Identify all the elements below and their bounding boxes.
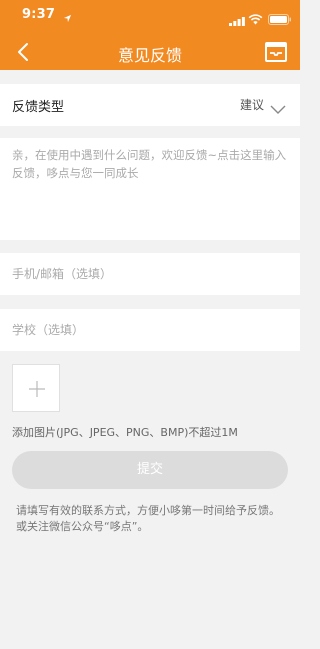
school-input[interactable] [12,309,288,351]
feedback-content-box [0,138,300,240]
contact-input[interactable] [12,253,288,295]
feedback-type-label: 反馈类型 [12,100,65,115]
status-time: 9:37 [22,7,56,22]
contact-field-row [0,253,300,295]
wifi-icon [248,10,263,29]
chevron-down-icon [270,100,286,119]
footer-note: 请填写有效的联系方式，方便小哆第一时间给予反馈。或关注微信公众号“哆点”。 [16,504,280,533]
submit-button[interactable]: 提交 [12,451,288,489]
image-upload-hint: 添加图片(JPG、JPEG、PNG、BMP)不超过1M [12,426,238,439]
feedback-textarea[interactable] [10,144,296,238]
location-arrow-icon [63,8,72,27]
plus-icon [29,381,45,397]
status-bar: 9:37 [0,0,300,28]
app-header: 9:37 意见反馈 [0,0,300,70]
battery-icon [268,10,292,29]
page-title: 意见反馈 [117,46,182,65]
add-image-button[interactable] [12,364,60,412]
feedback-type-value: 建议 [240,98,265,112]
cellular-signal-icon [229,11,245,30]
inbox-icon [265,42,287,62]
school-field-row [0,309,300,351]
feedback-type-selector[interactable]: 反馈类型 建议 [0,84,300,126]
feedback-history-button[interactable] [265,42,289,62]
